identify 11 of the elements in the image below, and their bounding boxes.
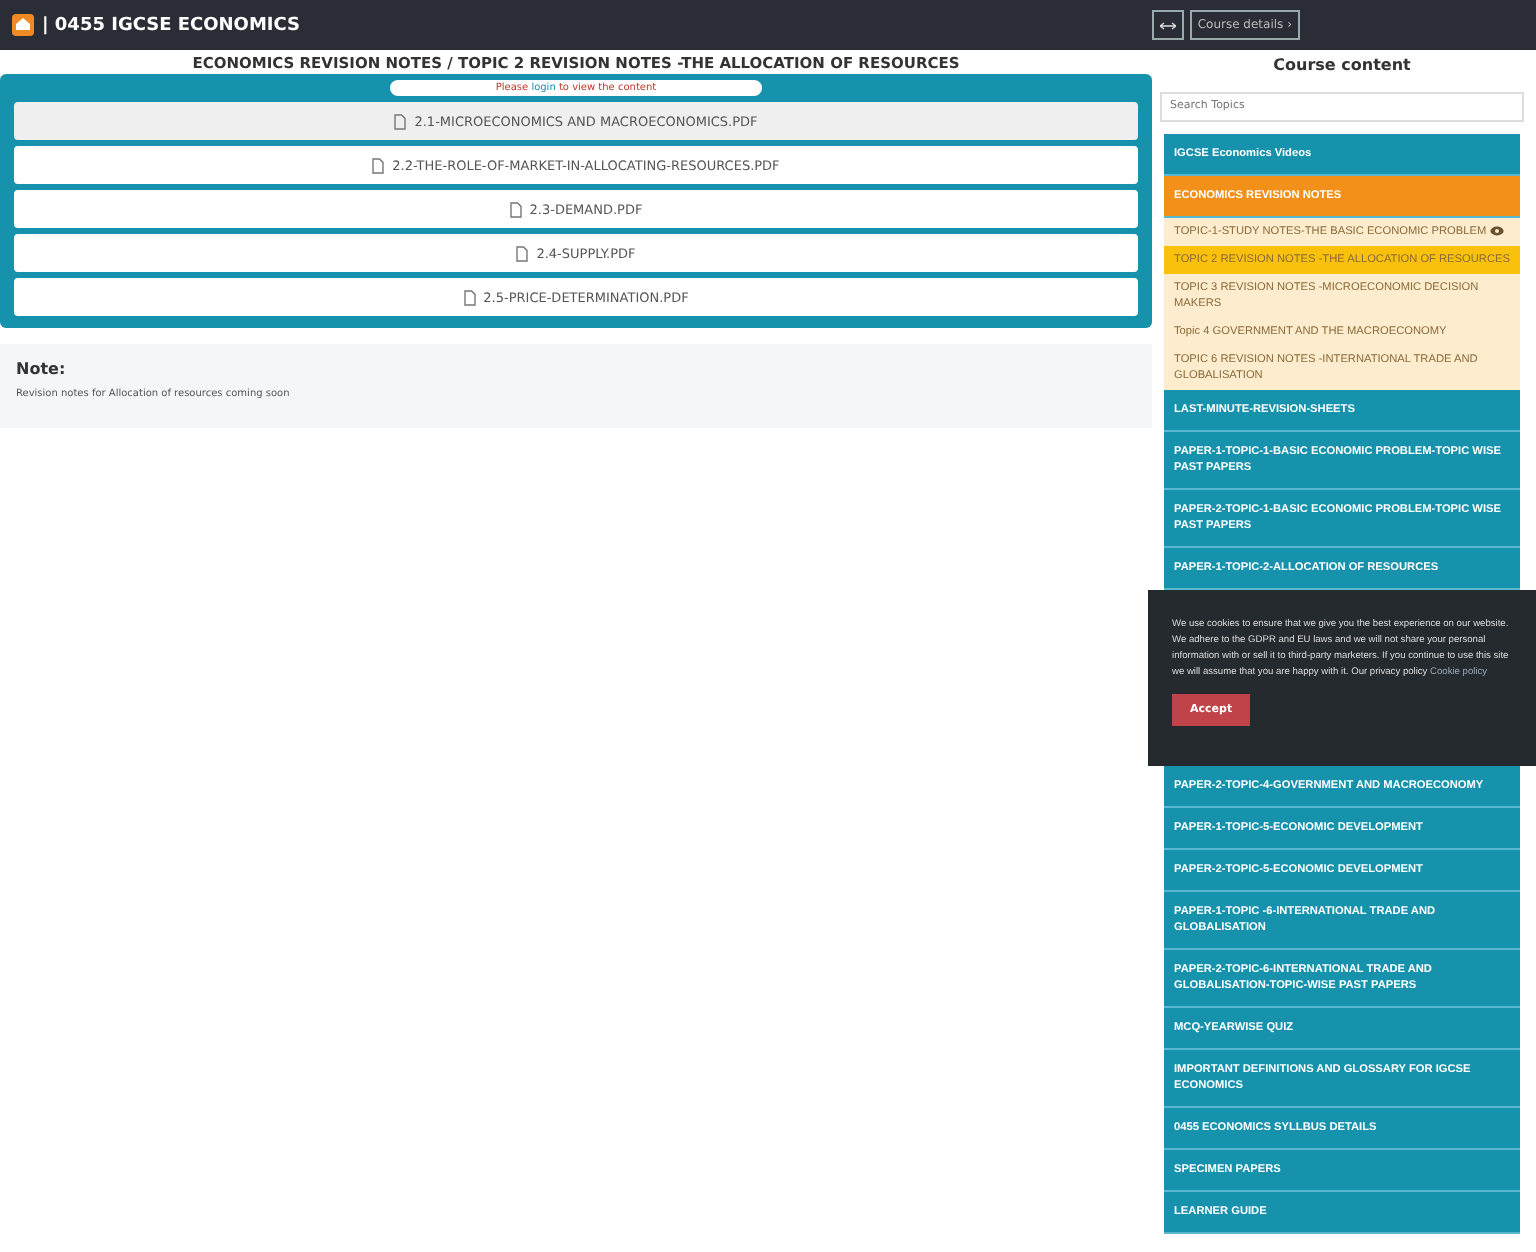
note-title: Note: <box>16 360 68 378</box>
document-icon <box>463 289 476 305</box>
course-title: | 0455 IGCSE ECONOMICS <box>42 15 301 35</box>
document-icon <box>509 201 522 217</box>
arrows-icon <box>1159 21 1176 29</box>
expand-button[interactable] <box>1151 10 1184 40</box>
document-icon <box>516 245 529 261</box>
sidebar-title: Course content <box>1271 54 1413 78</box>
document-icon <box>394 113 407 129</box>
logo-icon <box>12 14 34 36</box>
document-icon <box>372 157 385 173</box>
